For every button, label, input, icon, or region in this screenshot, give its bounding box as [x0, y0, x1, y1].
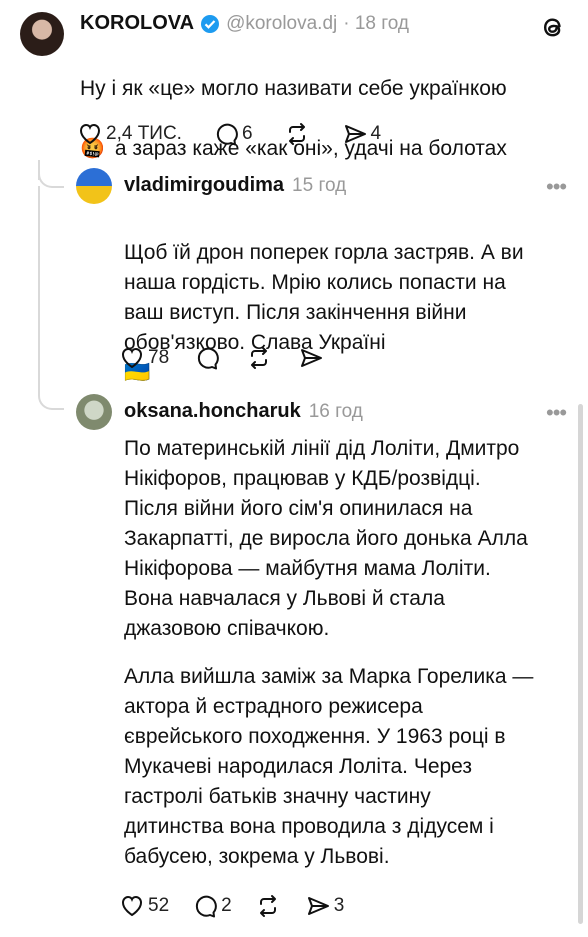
repost-icon — [259, 895, 276, 917]
avatar-vladimirgoudima[interactable] — [76, 168, 112, 204]
reply1-actions: 78 — [118, 344, 325, 372]
reply1-text-content: Щоб їй дрон поперек горла застряв. А ви … — [124, 241, 524, 354]
post-time: · 18 год — [343, 12, 410, 34]
avatar-korolova[interactable] — [20, 12, 64, 56]
post-text-line1: Ну і як «це» могло називати себе українк… — [80, 77, 507, 100]
reply1-author[interactable]: vladimirgoudima — [124, 174, 284, 197]
heart-icon — [121, 347, 143, 369]
threads-logo-icon[interactable] — [538, 12, 568, 47]
reply1-comment-button[interactable] — [193, 344, 221, 372]
send-icon — [307, 897, 329, 915]
reply1-like-count: 78 — [148, 347, 170, 368]
reply1-share-button[interactable] — [297, 344, 325, 372]
reply2-actions: 52 2 3 — [118, 892, 344, 920]
reply2-author[interactable]: oksana.honcharuk — [124, 400, 301, 423]
reply2-like-count: 52 — [148, 895, 170, 916]
reply2-time: 16 год — [308, 401, 363, 422]
like-button[interactable]: 2,4 ТИС. — [76, 120, 182, 148]
comment-icon — [196, 895, 217, 918]
share-button[interactable]: 4 — [341, 120, 382, 148]
reply2-comment-button[interactable]: 2 — [191, 892, 232, 920]
send-icon — [301, 349, 323, 367]
reply2-paragraph1: По материнській лінії дід Лоліти, Дмитро… — [124, 437, 528, 640]
comment-icon — [198, 347, 219, 370]
heart-icon — [79, 123, 101, 145]
share-count: 4 — [370, 123, 382, 144]
reply1-header: vladimirgoudima 15 год — [124, 174, 346, 197]
reply2-share-count: 3 — [333, 895, 345, 916]
repost-icon — [288, 123, 305, 145]
heart-icon — [121, 895, 143, 917]
post-text: Ну і як «це» могло називати себе українк… — [80, 44, 507, 194]
reply2-comment-count: 2 — [221, 895, 232, 916]
reply1-like-button[interactable]: 78 — [118, 344, 169, 372]
comment-button[interactable]: 6 — [212, 120, 253, 148]
reply1-repost-button[interactable] — [245, 344, 273, 372]
thread-connector-1 — [38, 168, 64, 188]
author-name[interactable]: KOROLOVA — [80, 12, 194, 35]
repost-icon — [251, 347, 268, 369]
thread-connector-2 — [38, 390, 64, 410]
more-options-icon[interactable]: ••• — [546, 400, 567, 426]
reply2-header: oksana.honcharuk 16 год — [124, 400, 363, 423]
more-options-icon[interactable]: ••• — [546, 174, 567, 200]
reply2-like-button[interactable]: 52 — [118, 892, 169, 920]
post-actions: 2,4 ТИС. 6 4 — [76, 120, 381, 148]
avatar-oksana-honcharuk[interactable] — [76, 394, 112, 430]
reply2-share-button[interactable]: 3 — [304, 892, 345, 920]
comment-count: 6 — [241, 123, 253, 144]
thread-line-2 — [38, 186, 40, 394]
reply2-repost-button[interactable] — [254, 892, 282, 920]
send-icon — [344, 125, 366, 143]
reply1-time: 15 год — [292, 175, 347, 196]
post-header: KOROLOVA @korolova.dj · 18 год — [80, 12, 409, 35]
like-count: 2,4 ТИС. — [106, 123, 182, 144]
reply2-paragraph2: Алла вийшла заміж за Марка Горелика — ак… — [124, 665, 534, 868]
comment-icon — [216, 123, 238, 146]
author-handle[interactable]: @korolova.dj — [226, 13, 337, 35]
repost-button[interactable] — [283, 120, 311, 148]
scrollbar[interactable] — [578, 404, 583, 924]
verified-icon — [200, 14, 220, 34]
